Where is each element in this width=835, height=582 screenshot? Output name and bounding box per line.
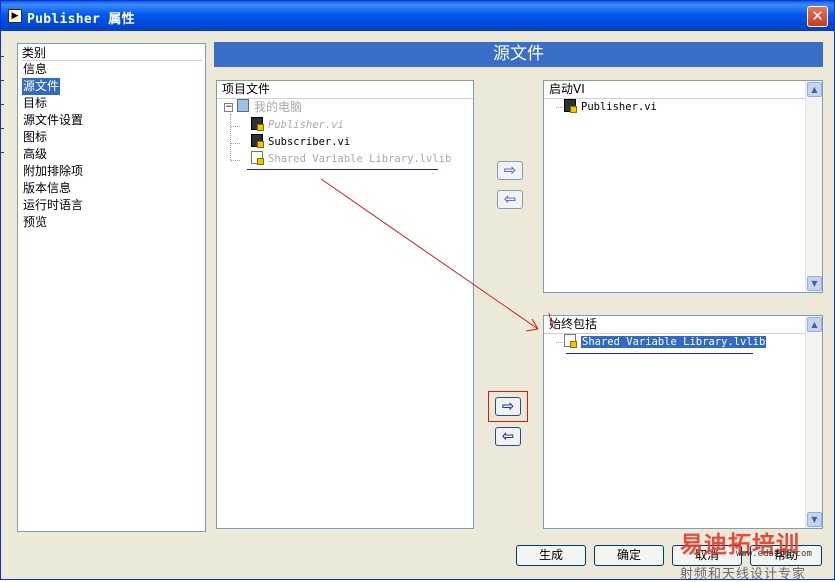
build-button[interactable]: 生成 <box>516 545 586 566</box>
ok-button[interactable]: 确定 <box>594 545 664 566</box>
annotation-arrow <box>320 178 553 332</box>
properties-dialog: ▶ Publisher 属性 ✕ 类别 信息 源文件 目标 源文件设置 图标 高… <box>0 0 835 582</box>
watermark-url: www.edatop.com <box>736 549 812 559</box>
watermark: 易迪拓培训 www.edatop.com 射频和天线设计专家 <box>680 525 835 582</box>
watermark-tagline: 射频和天线设计专家 <box>680 567 807 582</box>
